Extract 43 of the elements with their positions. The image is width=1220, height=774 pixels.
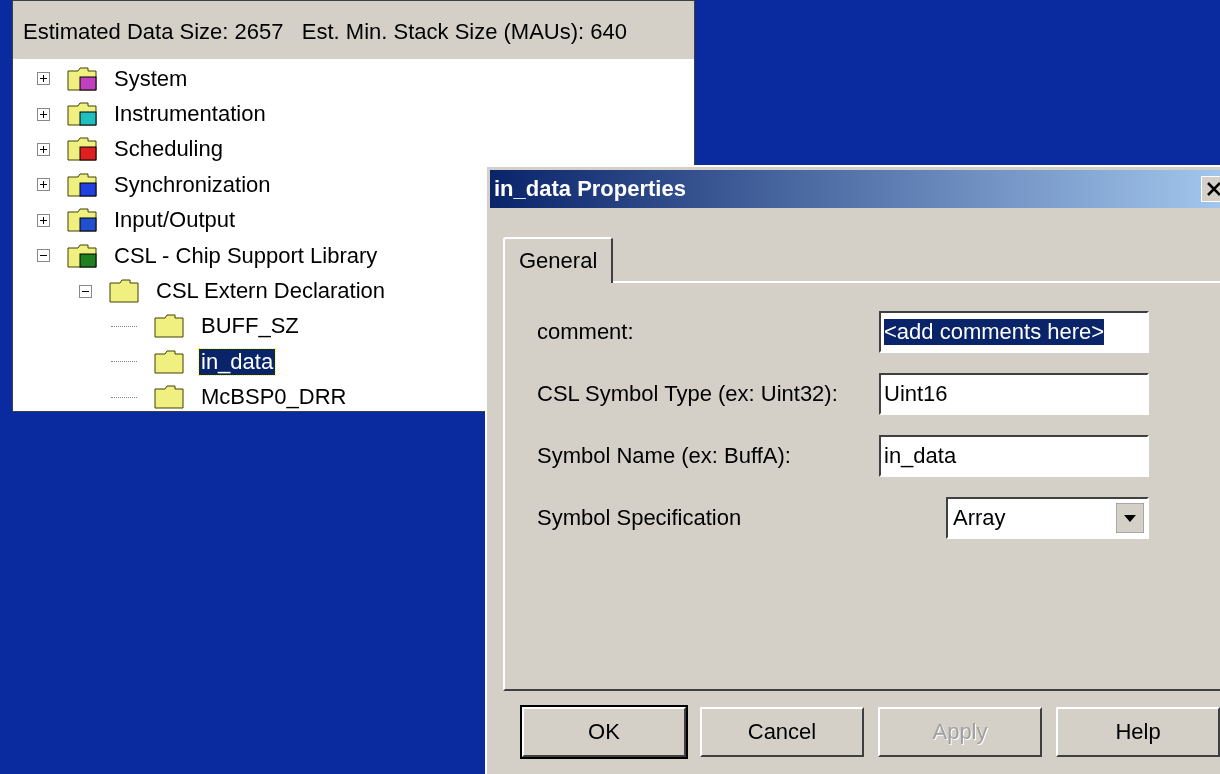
- tree-item[interactable]: Input/Output: [112, 207, 238, 234]
- folder-icon: [66, 241, 100, 270]
- tree-item[interactable]: CSL - Chip Support Library: [112, 242, 380, 269]
- dialog-button[interactable]: OK: [522, 707, 686, 757]
- expander-icon[interactable]: [37, 213, 50, 227]
- field-value: <add comments here>: [884, 319, 1105, 345]
- input-field[interactable]: Uint16: [879, 373, 1149, 415]
- input-field[interactable]: <add comments here>: [879, 311, 1149, 353]
- dialog-button[interactable]: Help: [1056, 707, 1220, 757]
- folder-icon: [66, 100, 100, 129]
- folder-icon: [108, 277, 142, 306]
- window-title: in_data Properties: [493, 176, 686, 202]
- folder-icon: [66, 206, 100, 235]
- tree-item[interactable]: in_data: [199, 348, 276, 375]
- tree-item[interactable]: System: [112, 65, 190, 92]
- tab[interactable]: General: [503, 237, 614, 283]
- expander-icon[interactable]: [37, 72, 50, 86]
- folder-icon: [153, 383, 187, 412]
- expander-icon[interactable]: [37, 142, 50, 156]
- tree-item[interactable]: Scheduling: [112, 136, 225, 163]
- tree-item[interactable]: CSL Extern Declaration: [154, 278, 388, 305]
- expander-icon[interactable]: [37, 249, 50, 263]
- tree-item[interactable]: Instrumentation: [112, 101, 268, 128]
- close-icon[interactable]: [1201, 176, 1220, 202]
- expander-icon[interactable]: [37, 178, 50, 192]
- folder-icon: [66, 135, 100, 164]
- status-text: Estimated Data Size: 2657 Est. Min. Stack Size (MAUs): 640: [13, 1, 694, 59]
- tree-item[interactable]: Synchronization: [112, 171, 273, 198]
- input-field[interactable]: in_data: [879, 435, 1149, 477]
- folder-icon: [66, 64, 100, 93]
- field-label: Symbol Specification: [537, 505, 743, 531]
- tree-item[interactable]: BUFF_SZ: [199, 313, 301, 340]
- expander-icon[interactable]: [79, 284, 92, 298]
- dropdown[interactable]: Array: [946, 497, 1149, 539]
- field-value: Uint16: [884, 381, 948, 407]
- folder-icon: [153, 312, 187, 341]
- field-value: Array: [953, 505, 1006, 531]
- tree-item[interactable]: McBSP0_DRR: [199, 384, 349, 411]
- dropdown-arrow-icon[interactable]: [1116, 503, 1144, 533]
- field-value: in_data: [884, 443, 957, 469]
- expander-icon[interactable]: [37, 107, 50, 121]
- dialog-button[interactable]: Cancel: [700, 707, 864, 757]
- folder-icon: [66, 170, 100, 199]
